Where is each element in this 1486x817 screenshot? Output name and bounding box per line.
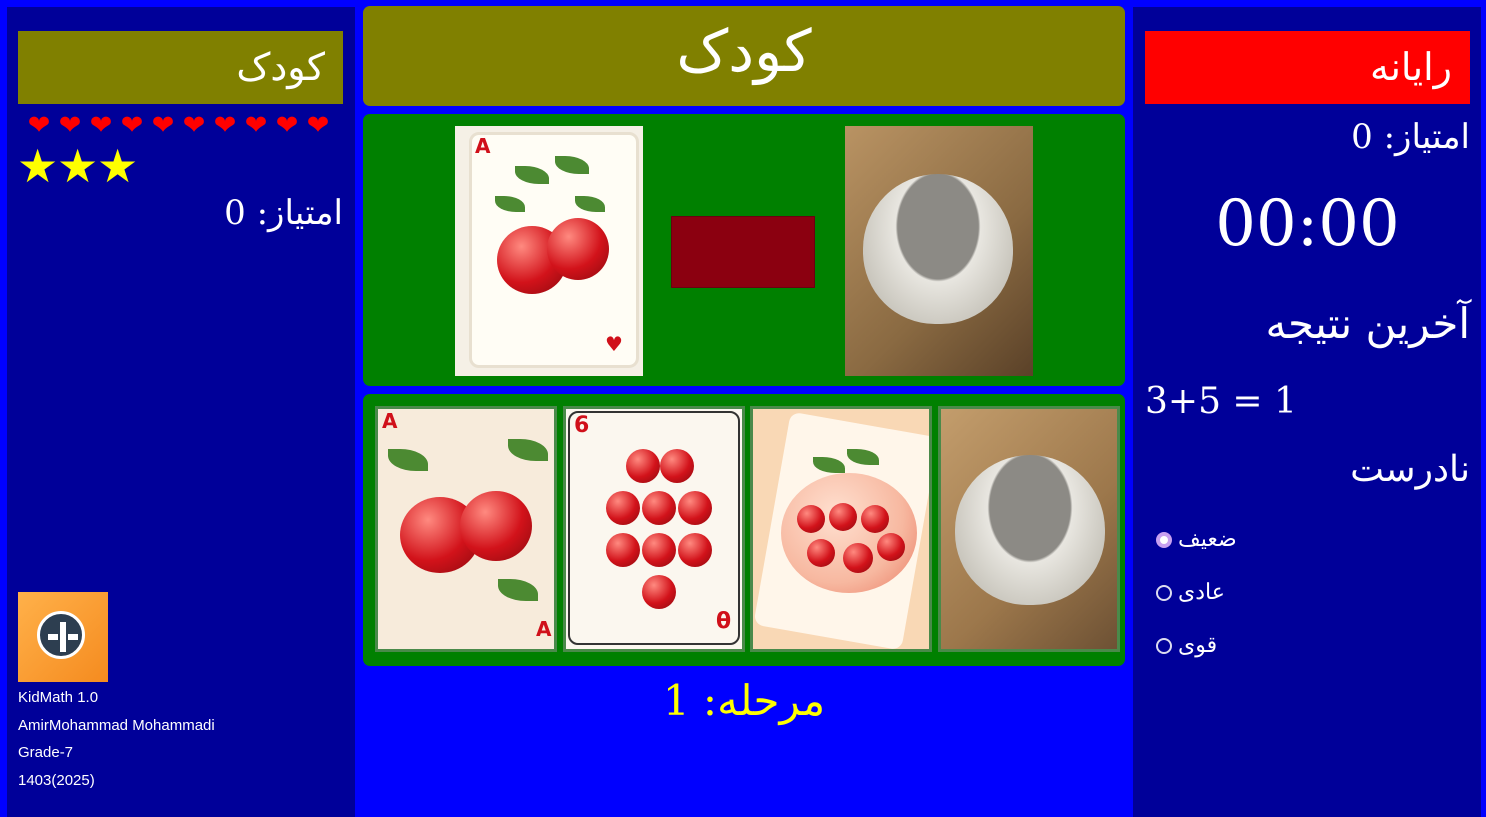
level-indicator: مرحله: 1	[662, 676, 826, 725]
heart-icon: ❤	[213, 110, 238, 141]
stars-rating: ★★★	[17, 139, 139, 193]
heart-icon: ❤	[275, 110, 300, 141]
heart-icon: ❤	[182, 110, 207, 141]
app-logo-icon	[18, 592, 108, 682]
timer: 00:00	[1215, 187, 1400, 261]
player-name-bar: کودک	[18, 31, 343, 104]
player-panel: کودک ❤ ❤ ❤ ❤ ❤ ❤ ❤ ❤ ❤ ❤ ★★★ امتیاز: 0 KidMath 1.…	[7, 7, 355, 817]
difficulty-option-normal[interactable]: عادی	[1156, 580, 1225, 605]
computer-panel: رایانه امتیاز: 0 00:00 آخرین نتیجه 3+5 =…	[1133, 7, 1481, 817]
question-right-card-image	[845, 126, 1033, 376]
last-result-title: آخرین نتیجه	[1265, 299, 1470, 348]
operator-box[interactable]	[672, 217, 814, 287]
difficulty-label: قوی	[1178, 633, 1218, 658]
star-icon: ★	[17, 139, 59, 193]
radio-icon[interactable]	[1156, 637, 1172, 654]
heart-icon: ❤	[89, 110, 114, 141]
last-equation: 3+5 = 1	[1145, 381, 1297, 422]
player-score: امتیاز: 0	[224, 193, 343, 233]
app-grade: Grade-7	[18, 744, 74, 761]
question-left-card-image: A ♥	[455, 126, 643, 376]
last-result-status: نادرست	[1350, 449, 1470, 490]
app-version: KidMath 1.0	[18, 689, 99, 706]
heart-icon: ❤	[244, 110, 269, 141]
computer-name-bar: رایانه	[1145, 31, 1470, 104]
difficulty-option-weak[interactable]: ضعیف	[1156, 527, 1237, 552]
heart-icon: ❤	[27, 110, 52, 141]
star-icon: ★	[57, 139, 99, 193]
question-area: A ♥	[363, 114, 1125, 386]
heart-icon: ❤	[151, 110, 176, 141]
difficulty-label: عادی	[1178, 580, 1225, 605]
radio-checked-icon[interactable]	[1156, 531, 1172, 548]
choices-area: A A 6 θ	[363, 394, 1125, 666]
heart-icon: ❤	[306, 110, 331, 141]
heart-icon: ❤	[120, 110, 145, 141]
app-year: 1403(2025)	[18, 772, 95, 789]
choice-card-4[interactable]	[938, 406, 1120, 652]
heart-icon: ❤	[58, 110, 83, 141]
lives-hearts: ❤ ❤ ❤ ❤ ❤ ❤ ❤ ❤ ❤ ❤	[24, 111, 334, 141]
computer-score: امتیاز: 0	[1351, 117, 1470, 157]
choice-card-1[interactable]: A A	[375, 406, 557, 652]
star-icon: ★	[97, 139, 139, 193]
choice-card-2[interactable]: 6 θ	[563, 406, 745, 652]
app-author: AmirMohammad Mohammadi	[18, 717, 215, 734]
game-title: کودک	[363, 6, 1125, 106]
difficulty-option-strong[interactable]: قوی	[1156, 633, 1217, 658]
difficulty-label: ضعیف	[1178, 527, 1237, 552]
choice-card-3[interactable]	[750, 406, 932, 652]
radio-icon[interactable]	[1156, 584, 1172, 601]
